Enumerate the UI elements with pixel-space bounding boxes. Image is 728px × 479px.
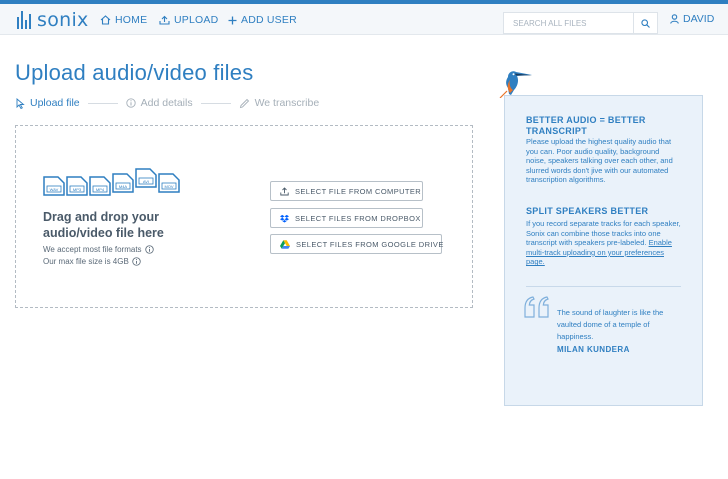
pencil-icon	[239, 98, 249, 108]
file-type-icon: M4A	[112, 173, 134, 193]
nav-home[interactable]: HOME	[100, 13, 147, 27]
formats-note-text: We accept most file formats	[43, 245, 142, 254]
sidebar-divider	[526, 286, 681, 287]
plus-icon	[228, 16, 237, 24]
page-title: Upload audio/video files	[15, 60, 254, 85]
select-from-dropbox-button[interactable]: SELECT FILES FROM DROPBOX	[270, 208, 423, 228]
file-type-icon: WAV	[43, 176, 65, 196]
formats-note: We accept most file formats	[43, 245, 154, 254]
file-type-label: M4A	[119, 184, 128, 189]
size-note-text: Our max file size is 4GB	[43, 257, 129, 266]
file-type-icon: MOV	[158, 173, 180, 193]
quote-author: MILAN KUNDERA	[557, 345, 630, 354]
tip-better-audio-title: BETTER AUDIO = BETTER TRANSCRIPT	[526, 115, 646, 136]
file-types-illustration: WAV MP3 MP4 M4A AVI MOV	[43, 168, 180, 196]
size-note: Our max file size is 4GB	[43, 257, 141, 266]
upload-tray-icon	[159, 15, 170, 25]
upload-steps: Upload file Add details We transcribe	[16, 96, 319, 110]
file-dropzone[interactable]: WAV MP3 MP4 M4A AVI MOV Drag and drop your au…	[15, 125, 473, 308]
dropbox-icon	[280, 214, 289, 223]
step-add-details-label: Add details	[140, 97, 193, 109]
kingfisher-bird-illustration	[499, 71, 532, 98]
search-box	[503, 12, 658, 34]
file-type-label: MP3	[73, 187, 82, 192]
select-from-computer-label: SELECT FILE FROM COMPUTER	[295, 186, 422, 196]
nav-upload-label: UPLOAD	[174, 14, 219, 26]
file-type-label: WAV	[50, 187, 59, 192]
google-drive-icon	[280, 239, 290, 249]
step-add-details: Add details	[125, 97, 193, 109]
search-input[interactable]	[504, 13, 634, 33]
quote-text: The sound of laughter is like the vaulte…	[557, 308, 664, 341]
file-type-label: MP4	[96, 187, 105, 192]
step-we-transcribe: We transcribe	[239, 97, 320, 109]
drag-drop-title: Drag and drop your audio/video file here	[43, 210, 164, 240]
quote-mark-icon	[524, 296, 549, 318]
search-icon	[641, 18, 650, 28]
step-separator	[87, 102, 118, 104]
tip-split-speakers-text: If you record separate tracks for each s…	[526, 219, 681, 267]
computer-upload-icon	[280, 186, 289, 195]
info-icon[interactable]	[144, 245, 154, 254]
select-from-dropbox-label: SELECT FILES FROM DROPBOX	[295, 213, 421, 223]
user-menu[interactable]: DAVID	[670, 13, 714, 25]
info-icon[interactable]	[132, 257, 141, 266]
nav-upload[interactable]: UPLOAD	[159, 13, 218, 27]
search-button[interactable]	[633, 13, 657, 33]
file-type-label: MOV	[164, 184, 173, 189]
cursor-icon	[16, 97, 25, 109]
step-upload-file: Upload file	[16, 97, 80, 109]
user-icon	[670, 14, 679, 24]
select-from-google-drive-label: SELECT FILES FROM GOOGLE DRIVE	[296, 239, 444, 249]
select-from-google-drive-button[interactable]: SELECT FILES FROM GOOGLE DRIVE	[270, 234, 444, 254]
nav-add-user-label: ADD USER	[241, 14, 297, 26]
sonix-logo[interactable]: sonix	[17, 9, 89, 31]
tip-better-audio-text: Please upload the highest quality audio …	[526, 137, 673, 185]
file-type-label: AVI	[143, 179, 149, 184]
home-icon	[100, 15, 111, 25]
step-upload-file-label: Upload file	[30, 97, 80, 109]
nav-home-label: HOME	[115, 14, 148, 26]
info-icon	[125, 98, 136, 108]
file-type-icon: MP3	[66, 176, 88, 196]
sound-bars-icon	[17, 11, 31, 29]
step-separator	[200, 102, 231, 104]
file-type-icon: AVI	[135, 168, 157, 188]
nav-add-user[interactable]: ADD USER	[228, 13, 297, 27]
logo-text: sonix	[37, 9, 89, 31]
select-from-computer-button[interactable]: SELECT FILE FROM COMPUTER	[270, 181, 423, 201]
tip-split-speakers-title: SPLIT SPEAKERS BETTER	[526, 206, 649, 216]
file-type-icon: MP4	[89, 176, 111, 196]
step-we-transcribe-label: We transcribe	[254, 97, 320, 109]
user-name: DAVID	[683, 13, 715, 25]
tips-sidebar: BETTER AUDIO = BETTER TRANSCRIPT Please …	[504, 95, 703, 406]
navbar: sonix HOME UPLOAD ADD USER DAVID	[0, 4, 728, 35]
